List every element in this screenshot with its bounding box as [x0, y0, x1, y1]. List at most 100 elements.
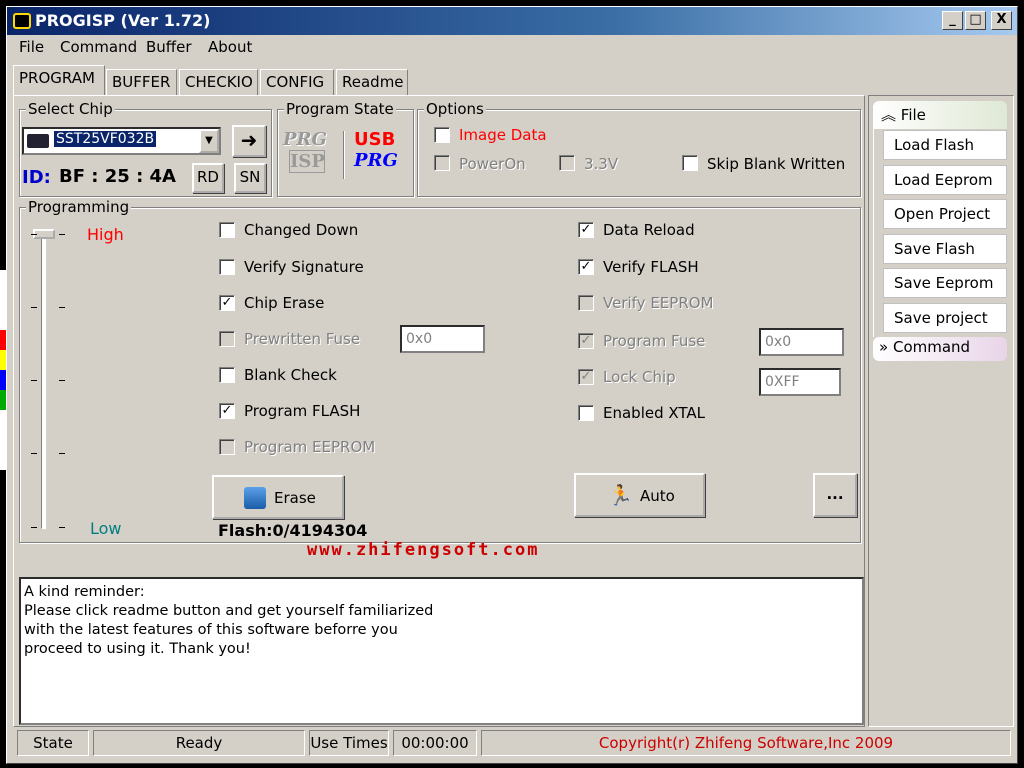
program-fuse-input[interactable]: 0x0 — [759, 328, 844, 356]
load-flash-button[interactable]: Load Flash — [883, 130, 1007, 160]
chip-select[interactable]: SST25VF032B ▼ — [22, 127, 221, 155]
changed-down-checkbox[interactable] — [219, 222, 235, 238]
usb-text: USB — [354, 129, 396, 150]
load-eeprom-button[interactable]: Load Eeprom — [883, 165, 1007, 195]
check-icon: ✓ — [580, 222, 592, 237]
v33-label: 3.3V — [584, 155, 619, 173]
maximize-button[interactable]: □ — [965, 11, 986, 30]
slider-tick — [59, 380, 65, 381]
log-output[interactable]: A kind reminder: Please click readme but… — [19, 577, 864, 725]
chip-value: SST25VF032B — [54, 131, 157, 147]
running-man-icon: 🏃 — [608, 483, 633, 507]
slider-tick — [31, 527, 37, 528]
speed-slider-track[interactable] — [41, 233, 46, 529]
title-bar[interactable]: PROGISP (Ver 1.72) _ □ X — [7, 7, 1017, 35]
close-button[interactable]: X — [991, 11, 1012, 30]
sidebar-command-header[interactable]: » Command — [873, 337, 1007, 361]
app-icon — [13, 13, 31, 29]
prg-text: PRG — [283, 129, 327, 150]
rd-button[interactable]: RD — [192, 163, 224, 193]
chevron-right-icon: » — [879, 338, 889, 356]
status-state-label: State — [17, 730, 89, 756]
verify-signature-checkbox[interactable] — [219, 259, 235, 275]
status-copyright: Copyright(r) Zhifeng Software,Inc 2009 — [481, 730, 1011, 756]
app-window: PROGISP (Ver 1.72) _ □ X File Command Bu… — [6, 6, 1018, 764]
menu-file[interactable]: File — [19, 38, 44, 56]
program-flash-checkbox[interactable]: ✓ — [219, 403, 235, 419]
slider-tick — [59, 307, 65, 308]
verify-flash-checkbox[interactable]: ✓ — [578, 259, 594, 275]
skip-blank-label: Skip Blank Written — [707, 155, 846, 173]
check-icon: ✓ — [580, 259, 592, 274]
slider-tick — [59, 234, 65, 235]
usb-prg-logo: USB PRG — [354, 129, 410, 183]
verify-flash-label: Verify FLASH — [603, 258, 699, 276]
prewritten-fuse-checkbox[interactable] — [219, 331, 235, 347]
program-eeprom-checkbox[interactable] — [219, 439, 235, 455]
auto-button-label: Auto — [640, 487, 675, 505]
tab-program[interactable]: PROGRAM — [13, 65, 105, 95]
data-reload-checkbox[interactable]: ✓ — [578, 222, 594, 238]
chip-erase-label: Chip Erase — [244, 294, 325, 312]
slider-low-label: Low — [90, 519, 122, 538]
verify-signature-label: Verify Signature — [244, 258, 364, 276]
minimize-button[interactable]: _ — [942, 11, 963, 30]
program-eeprom-label: Program EEPROM — [244, 438, 376, 456]
sidebar-file-header[interactable]: ︽ File — [873, 101, 1007, 129]
menu-command[interactable]: Command — [60, 38, 137, 56]
poweron-label: PowerOn — [459, 155, 526, 173]
save-eeprom-button[interactable]: Save Eeprom — [883, 268, 1007, 298]
sidebar-command-label: Command — [892, 338, 971, 356]
chip-erase-checkbox[interactable]: ✓ — [219, 295, 235, 311]
open-project-button[interactable]: Open Project — [883, 199, 1007, 229]
menu-buffer[interactable]: Buffer — [146, 38, 192, 56]
verify-eeprom-label: Verify EEPROM — [603, 294, 714, 312]
blank-check-label: Blank Check — [244, 366, 337, 384]
prg-isp-logo: PRG ISP — [283, 129, 333, 179]
website-link[interactable]: www.zhifengsoft.com — [307, 540, 539, 560]
id-value: BF : 25 : 4A — [59, 166, 176, 187]
erase-button[interactable]: Erase — [212, 475, 344, 519]
select-chip-label: Select Chip — [26, 100, 115, 118]
slider-high-label: High — [87, 225, 124, 244]
prewritten-fuse-label: Prewritten Fuse — [244, 330, 361, 348]
save-project-button[interactable]: Save project — [883, 303, 1007, 333]
slider-tick — [31, 234, 37, 235]
auto-button[interactable]: 🏃 Auto — [574, 473, 705, 517]
options-group — [417, 109, 861, 197]
status-state-value: Ready — [93, 730, 305, 756]
menu-about[interactable]: About — [208, 38, 252, 56]
prewritten-fuse-input[interactable]: 0x0 — [400, 325, 485, 353]
sn-button[interactable]: SN — [234, 163, 266, 193]
more-button[interactable]: ... — [813, 473, 857, 517]
window-title: PROGISP (Ver 1.72) — [35, 11, 211, 30]
chevron-down-icon[interactable]: ▼ — [199, 129, 219, 153]
blank-check-checkbox[interactable] — [219, 367, 235, 383]
skip-blank-checkbox[interactable] — [682, 155, 698, 171]
verify-eeprom-checkbox[interactable] — [578, 295, 594, 311]
tab-readme[interactable]: Readme — [336, 69, 408, 95]
log-line: proceed to using it. Thank you! — [24, 641, 251, 657]
save-flash-button[interactable]: Save Flash — [883, 234, 1007, 264]
isp-text: ISP — [289, 150, 325, 173]
tab-config[interactable]: CONFIG — [260, 69, 334, 95]
tab-buffer[interactable]: BUFFER — [106, 69, 177, 95]
program-flash-label: Program FLASH — [244, 402, 361, 420]
arrow-right-icon: ➜ — [240, 128, 258, 152]
program-fuse-label: Program Fuse — [603, 332, 706, 350]
lock-chip-checkbox[interactable]: ✓ — [578, 369, 594, 385]
program-fuse-checkbox[interactable]: ✓ — [578, 333, 594, 349]
menu-bar: File Command Buffer About — [17, 38, 417, 58]
image-data-checkbox[interactable] — [434, 127, 450, 143]
v33-checkbox[interactable] — [559, 155, 575, 171]
slider-tick — [31, 307, 37, 308]
check-icon: ✓ — [580, 333, 592, 348]
programming-label: Programming — [26, 198, 132, 216]
enabled-xtal-checkbox[interactable] — [578, 405, 594, 421]
go-arrow-button[interactable]: ➜ — [232, 125, 266, 157]
erase-button-label: Erase — [274, 489, 316, 507]
log-line: Please click readme button and get yours… — [24, 603, 434, 619]
poweron-checkbox[interactable] — [434, 155, 450, 171]
tab-checkio[interactable]: CHECKIO — [179, 69, 258, 95]
lock-chip-input[interactable]: 0XFF — [759, 368, 841, 396]
